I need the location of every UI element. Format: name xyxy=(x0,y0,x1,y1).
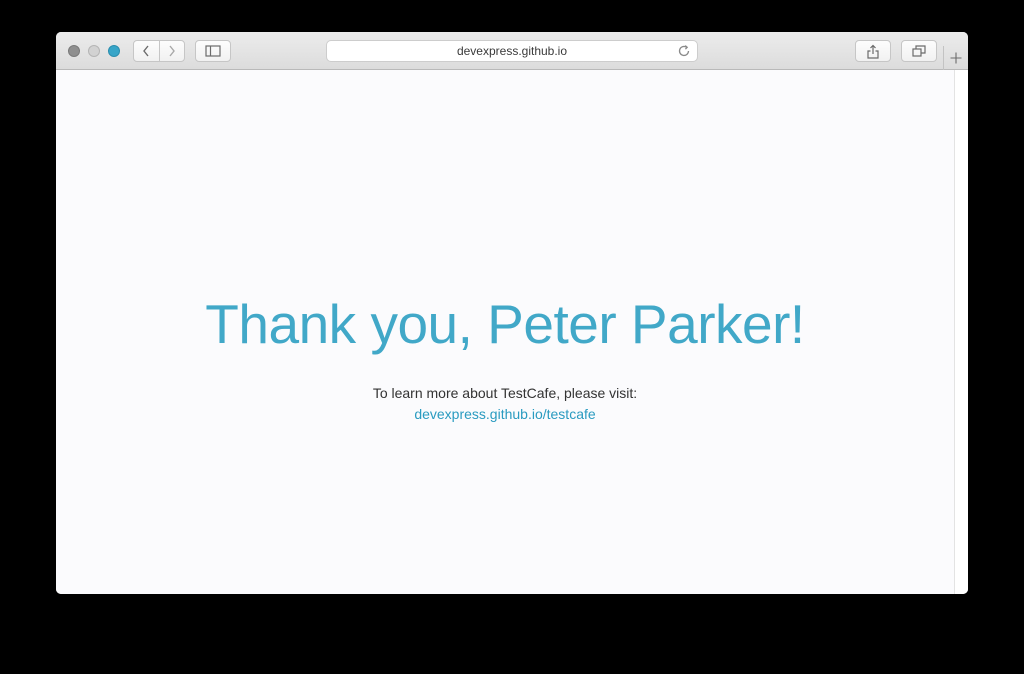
chevron-right-icon xyxy=(169,45,175,57)
page-content: Thank you, Peter Parker! To learn more a… xyxy=(56,70,954,594)
back-button[interactable] xyxy=(134,41,159,61)
browser-toolbar: devexpress.github.io xyxy=(56,32,968,70)
thank-you-heading: Thank you, Peter Parker! xyxy=(205,293,805,355)
chevron-left-icon xyxy=(143,45,149,57)
close-window-button[interactable] xyxy=(68,45,80,57)
browser-window: devexpress.github.io Thank you, Peter Pa… xyxy=(56,32,968,594)
sidebar-icon xyxy=(205,45,221,57)
vertical-scrollbar[interactable] xyxy=(954,70,968,594)
reload-icon[interactable] xyxy=(677,44,691,58)
share-icon xyxy=(867,44,879,59)
maximize-window-button[interactable] xyxy=(108,45,120,57)
plus-icon xyxy=(950,52,961,64)
share-button[interactable] xyxy=(855,40,891,62)
sidebar-button[interactable] xyxy=(195,40,231,62)
minimize-window-button[interactable] xyxy=(88,45,100,57)
address-bar-url[interactable]: devexpress.github.io xyxy=(327,44,697,58)
tabs-overview-icon xyxy=(912,45,926,57)
new-tab-button[interactable] xyxy=(943,46,967,70)
testcafe-link[interactable]: devexpress.github.io/testcafe xyxy=(56,406,954,422)
forward-button[interactable] xyxy=(158,41,185,61)
navigation-buttons xyxy=(133,40,185,62)
tabs-overview-button[interactable] xyxy=(901,40,937,62)
address-bar[interactable]: devexpress.github.io xyxy=(326,40,698,62)
learn-more-text: To learn more about TestCafe, please vis… xyxy=(372,385,638,401)
